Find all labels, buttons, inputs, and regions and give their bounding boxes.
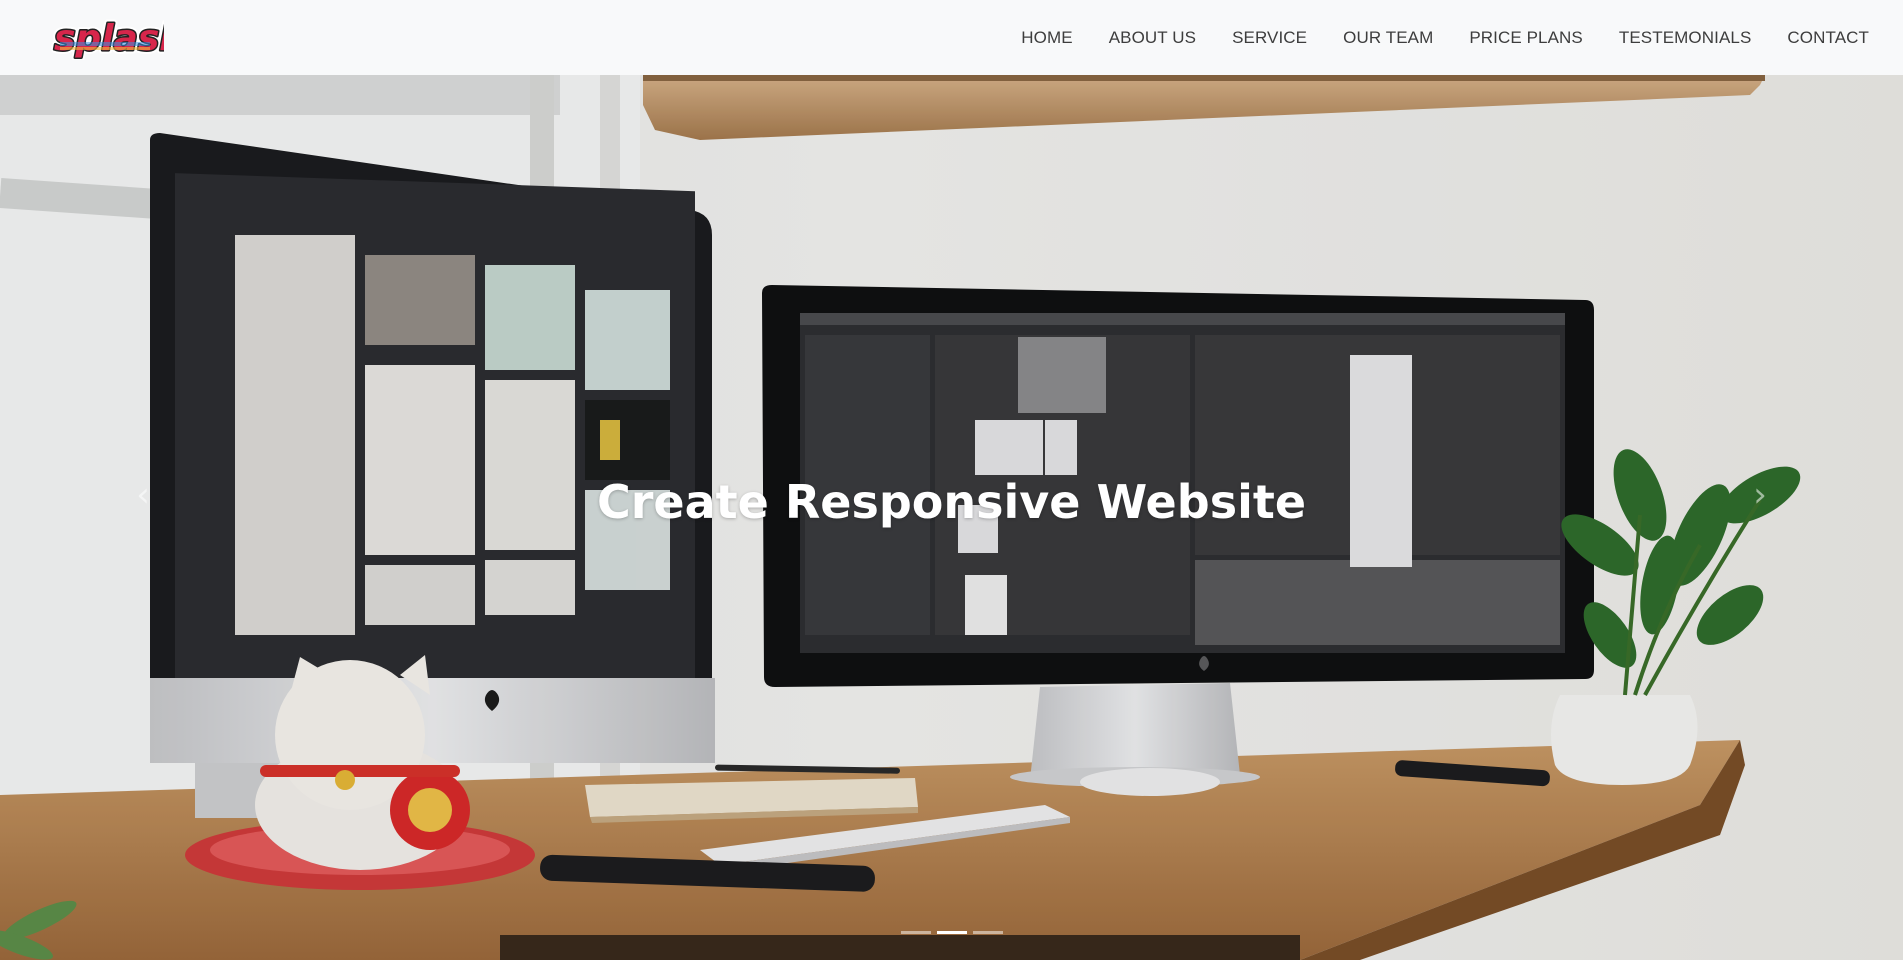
hero-carousel: Create Responsive Website ‹ › [0,75,1903,960]
carousel-indicator-3[interactable] [972,931,1003,934]
nav-price-plans[interactable]: PRICE PLANS [1469,28,1583,48]
carousel-indicators [0,931,1903,934]
chevron-left-icon: ‹ [136,475,150,515]
carousel-indicator-1[interactable] [900,931,931,934]
nav-our-team[interactable]: OUR TEAM [1343,28,1433,48]
navbar: splash splash splash HOME ABOUT US SERVI… [0,0,1903,75]
carousel-next-button[interactable]: › [1740,470,1780,520]
logo-text: splash [54,18,164,59]
hero-title: Create Responsive Website [596,475,1307,529]
nav-service[interactable]: SERVICE [1232,28,1307,48]
main-nav: HOME ABOUT US SERVICE OUR TEAM PRICE PLA… [985,0,1869,75]
nav-about-us[interactable]: ABOUT US [1109,28,1196,48]
carousel-indicator-2[interactable] [936,931,967,934]
nav-contact[interactable]: CONTACT [1787,28,1869,48]
brand-logo[interactable]: splash splash splash [50,14,189,63]
chevron-right-icon: › [1753,475,1767,515]
carousel-prev-button[interactable]: ‹ [123,470,163,520]
nav-testemonials[interactable]: TESTEMONIALS [1619,28,1752,48]
nav-home[interactable]: HOME [1021,28,1072,48]
